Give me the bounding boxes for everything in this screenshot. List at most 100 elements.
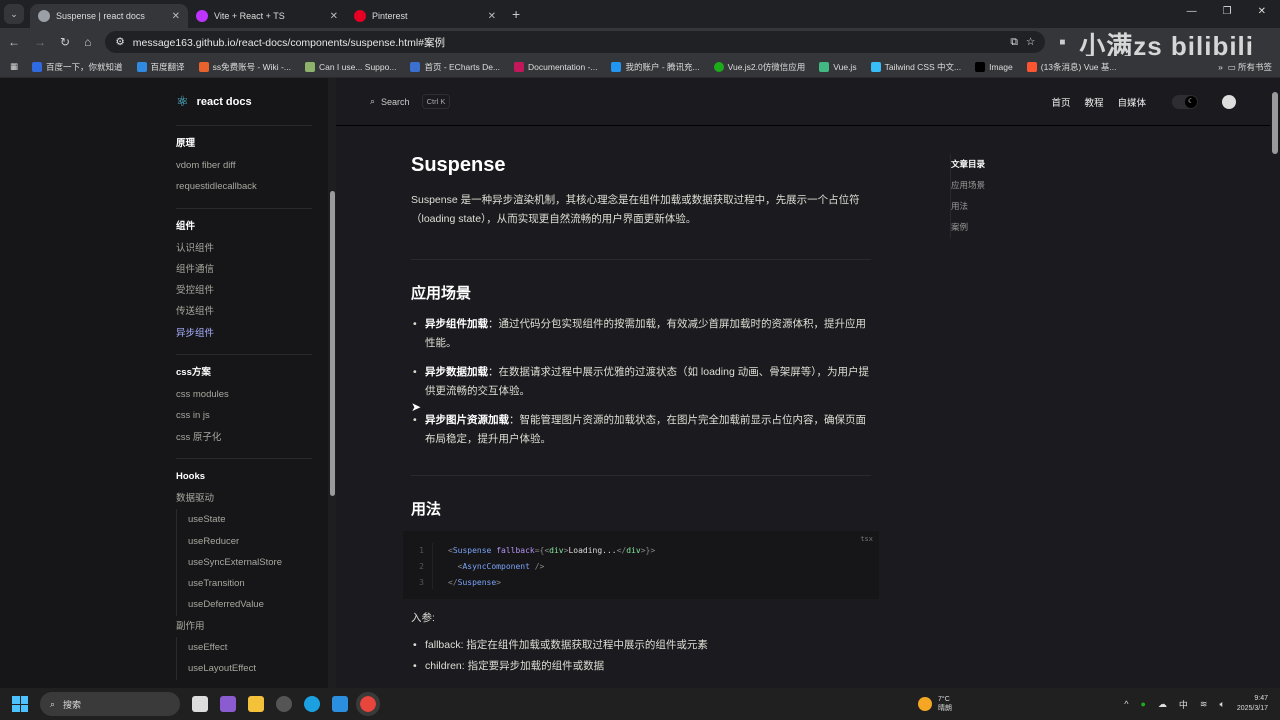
toc-item[interactable]: 用法 (951, 196, 985, 217)
sidebar-item[interactable]: 认识组件 (176, 238, 312, 259)
sidebar-item[interactable]: useSyncExternalStore (188, 552, 316, 573)
nav-link-home[interactable]: 首页 (1051, 95, 1070, 109)
close-tab-icon[interactable]: ✕ (330, 11, 338, 22)
sidebar-subgroup[interactable]: 副作用 (176, 616, 316, 637)
toc-item[interactable]: 案例 (951, 217, 985, 238)
tab-search-button[interactable]: ⌄ (4, 4, 24, 24)
sidebar-item[interactable]: css modules (176, 384, 312, 405)
sidebar-item[interactable]: css in js (176, 405, 312, 426)
app-icon[interactable] (276, 696, 292, 712)
taskbar-search[interactable]: ⌕ 搜索 (40, 692, 180, 716)
intro-paragraph: Suspense 是一种异步渲染机制，其核心理念是在组件加载或数据获取过程中，先… (411, 194, 860, 225)
sidebar-subgroup[interactable]: 数据驱动 (176, 488, 316, 509)
bookmark[interactable]: Vue.js2.0仿微信应用 (713, 61, 805, 73)
bookmark[interactable]: ss免费账号 - Wiki -... (198, 61, 291, 73)
list-item: 异步图片资源加载：智能管理图片资源的加载状态，在图片完全加载前显示占位内容，确保… (411, 411, 871, 449)
tab-pinterest[interactable]: Pinterest ✕ (346, 4, 504, 28)
back-button[interactable]: ← (8, 35, 20, 49)
sidebar-item[interactable]: useDeferredValue (188, 594, 316, 615)
wechat-icon[interactable]: ● (1140, 699, 1145, 709)
windows-start-icon[interactable] (12, 696, 28, 712)
new-tab-button[interactable]: + (512, 6, 520, 22)
close-window-button[interactable]: ✕ (1258, 6, 1266, 17)
clock[interactable]: 9:47 2025/3/17 (1237, 694, 1268, 714)
bookmark[interactable]: Documentation -... (514, 61, 597, 72)
edge-icon[interactable] (304, 696, 320, 712)
list-item: fallback: 指定在组件加载或数据获取过程中展示的组件或元素 (411, 636, 871, 655)
group-title: 组件 (176, 220, 196, 232)
sidebar-item[interactable]: 受控组件 (176, 280, 312, 301)
tab-vite[interactable]: Vite + React + TS ✕ (188, 4, 346, 28)
code-block[interactable]: tsx 123 <Suspense fallback={<div>Loading… (403, 531, 879, 599)
apps-icon[interactable]: ▦ (10, 61, 18, 72)
bookmarks-bar: ▦ 百度一下，你就知道 百度翻译 ss免费账号 - Wiki -... Can … (0, 56, 1280, 78)
extension-icon[interactable]: ■ (1059, 37, 1065, 48)
bookmark[interactable]: 首页 - ECharts De... (410, 61, 500, 73)
page-scrollbar[interactable] (1270, 78, 1280, 688)
ime-indicator[interactable]: 中 (1179, 698, 1188, 711)
cloud-icon[interactable]: ☁ (1158, 699, 1167, 710)
sidebar-item[interactable]: useState (188, 509, 316, 530)
bookmark-star-icon[interactable]: ☆ (1026, 36, 1035, 48)
sidebar-item[interactable]: useEffect (188, 637, 316, 658)
translate-icon[interactable]: ⧉ (1010, 36, 1018, 49)
sidebar-item[interactable]: vdom fiber diff (176, 155, 312, 176)
file-explorer-icon[interactable] (248, 696, 264, 712)
bookmark[interactable]: Tailwind CSS 中文... (870, 61, 961, 73)
visual-studio-icon[interactable] (220, 696, 236, 712)
bookmark[interactable]: 百度翻译 (136, 61, 185, 73)
moon-icon: ☾ (1185, 95, 1197, 108)
bookmark[interactable]: Can I use... Suppo... (304, 61, 396, 72)
search-icon: ⌕ (50, 698, 56, 709)
bookmark[interactable]: Image (975, 61, 1013, 72)
sidebar-item[interactable]: 传送组件 (176, 301, 312, 322)
sidebar-group: css方案 css modules css in js css 原子化 (176, 355, 312, 459)
globe-icon (38, 10, 50, 22)
weather-widget[interactable]: 7°C 晴朗 (918, 695, 952, 713)
site-logo[interactable]: ⚛ react docs (176, 78, 312, 126)
sidebar-item[interactable]: css 原子化 (176, 427, 312, 448)
sidebar-item[interactable]: useReducer (188, 531, 316, 552)
search-button[interactable]: ⌕ Search Ctrl K (370, 94, 451, 109)
bookmark[interactable]: 我的账户 - 腾讯充... (611, 61, 700, 73)
all-bookmarks[interactable]: » ▭ 所有书签 (1218, 61, 1272, 73)
forward-button[interactable]: → (34, 35, 46, 49)
maximize-button[interactable]: ❐ (1223, 6, 1232, 17)
tab-suspense[interactable]: Suspense | react docs ✕ (30, 4, 188, 28)
minimize-button[interactable]: — (1187, 6, 1197, 17)
chrome-icon[interactable] (356, 692, 380, 716)
reload-button[interactable]: ↻ (60, 35, 70, 49)
bookmark[interactable]: 百度一下，你就知道 (32, 61, 123, 73)
list-item: 异步组件加载：通过代码分包实现组件的按需加载，有效减少首屏加载时的资源体积，提升… (411, 315, 871, 353)
close-tab-icon[interactable]: ✕ (488, 11, 496, 22)
page-scrollbar-thumb[interactable] (1272, 92, 1278, 154)
chevron-up-icon[interactable]: ^ (1124, 699, 1128, 709)
sidebar-item-active[interactable]: 异步组件 (176, 323, 312, 344)
vscode-icon[interactable] (332, 696, 348, 712)
sidebar: ⚛ react docs 原理 vdom fiber diff requestid… (0, 78, 336, 688)
theme-toggle[interactable]: ☾ (1172, 94, 1198, 109)
params-label: 入参: (411, 612, 435, 624)
sidebar-group: 原理 vdom fiber diff requestidlecallback (176, 126, 312, 209)
address-bar[interactable]: ⚙ message163.github.io/react-docs/compon… (105, 31, 1046, 53)
vite-icon (196, 10, 208, 22)
nav-link-tutorial[interactable]: 教程 (1084, 95, 1103, 109)
github-icon[interactable] (1222, 94, 1236, 109)
sidebar-scrollbar-thumb[interactable] (330, 191, 335, 496)
site-info-icon[interactable]: ⚙ (115, 36, 124, 48)
bookmark[interactable]: Vue.js (819, 61, 857, 72)
home-button[interactable]: ⌂ (84, 35, 91, 49)
sidebar-item[interactable]: useTransition (188, 573, 316, 594)
task-view-icon[interactable] (192, 696, 208, 712)
close-tab-icon[interactable]: ✕ (172, 11, 180, 22)
sidebar-item[interactable]: 组件通信 (176, 259, 312, 280)
toc-item[interactable]: 应用场景 (951, 175, 985, 196)
sidebar-group: 组件 认识组件 组件通信 受控组件 传送组件 异步组件 (176, 209, 312, 356)
volume-icon[interactable]: 🔈︎ (1219, 699, 1224, 710)
bookmark[interactable]: (13条消息) Vue 基... (1026, 61, 1116, 73)
sidebar-item[interactable]: useLayoutEffect (188, 658, 316, 679)
wifi-icon[interactable]: ≋ (1200, 699, 1208, 710)
sidebar-item[interactable]: requestidlecallback (176, 176, 312, 197)
taskbar: ⌕ 搜索 7°C 晴朗 ^ ● ☁ 中 ≋ 🔈︎ 9:47 2025/3/17 (0, 688, 1280, 720)
nav-link-media[interactable]: 自媒体 (1117, 95, 1146, 109)
